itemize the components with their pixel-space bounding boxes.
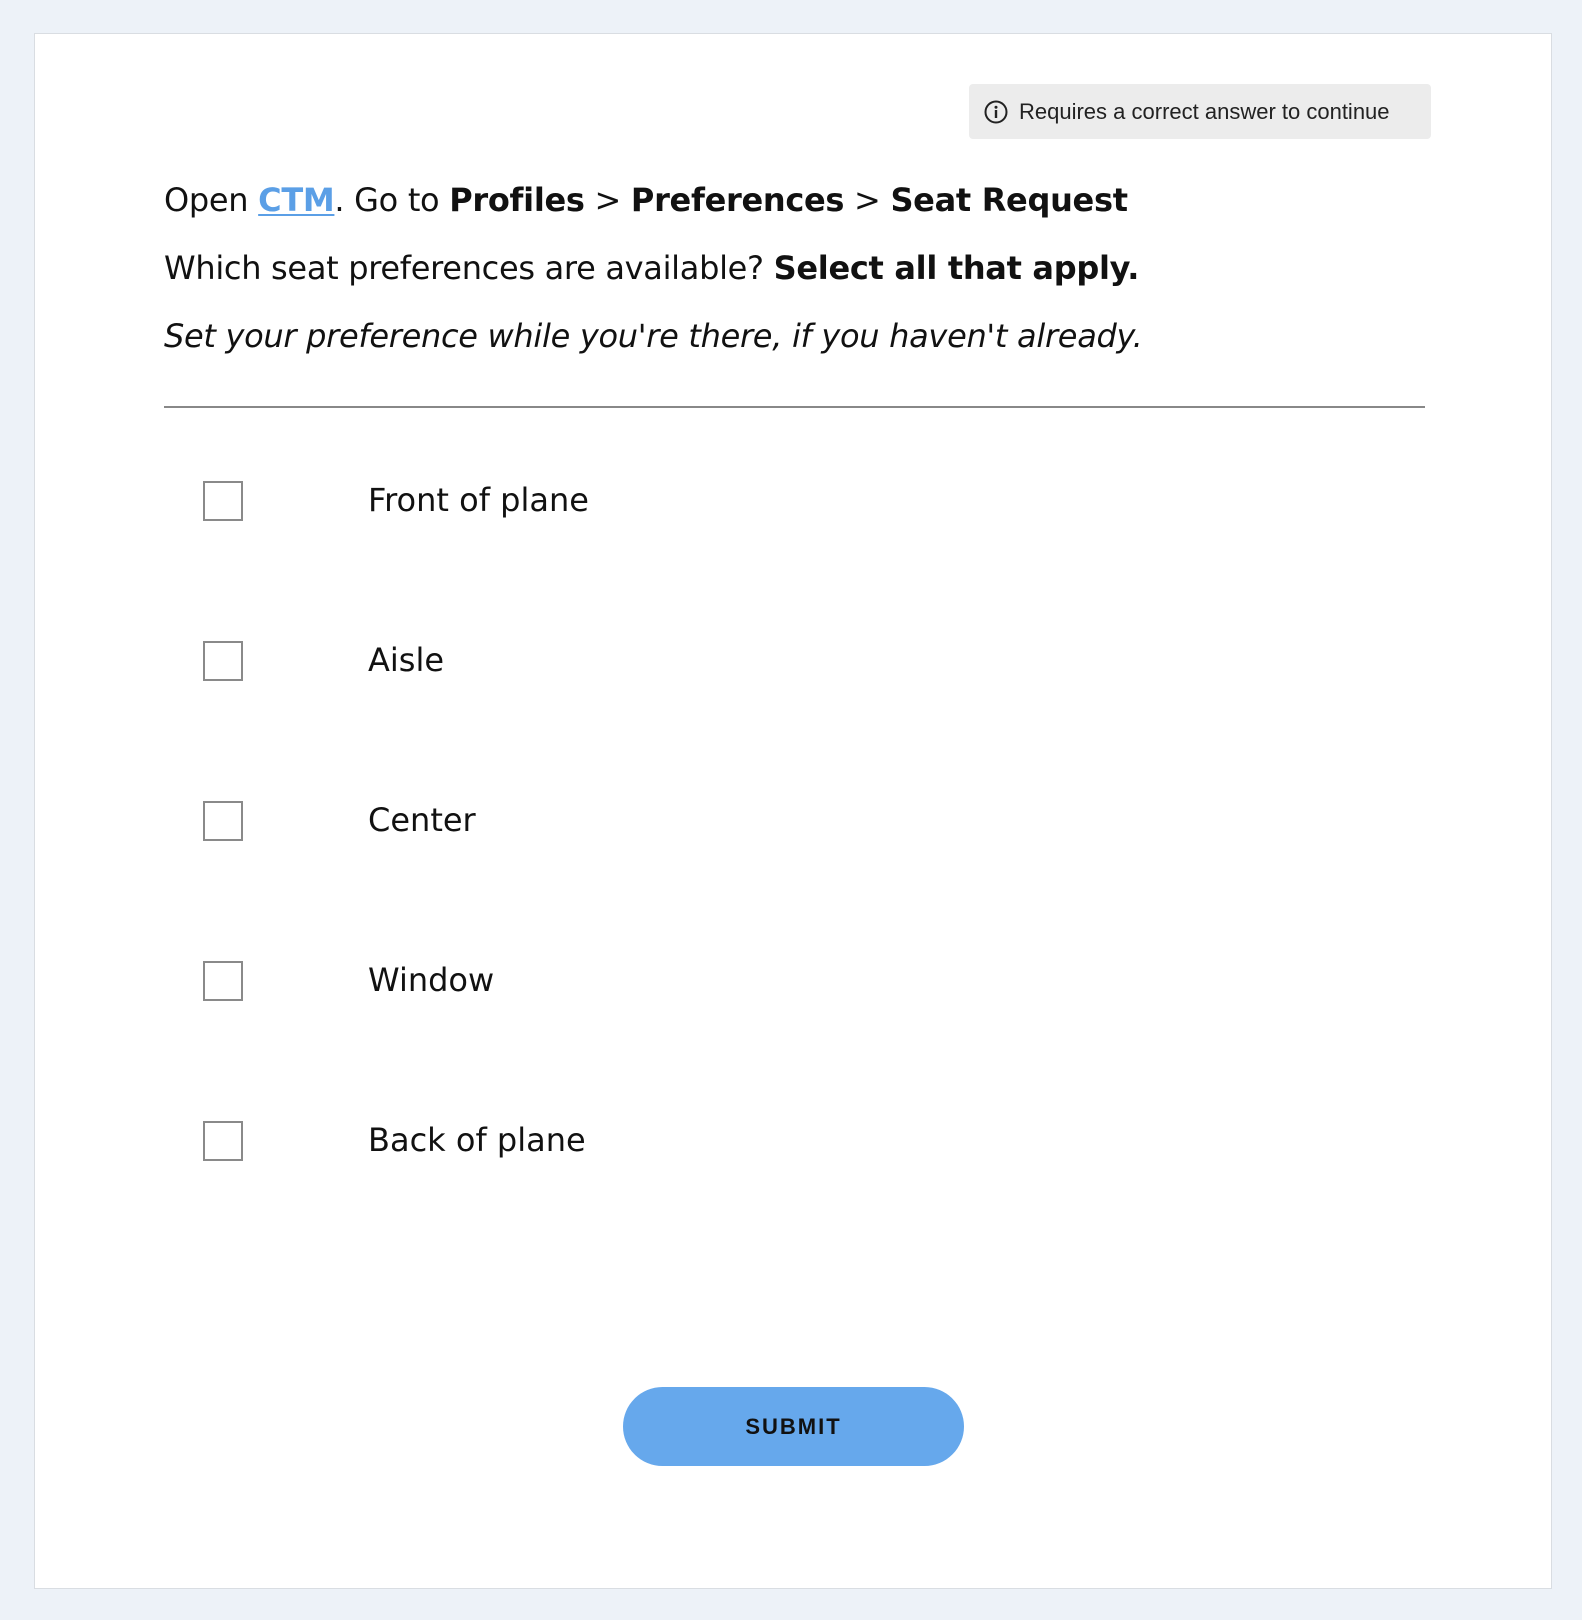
checkbox[interactable] xyxy=(203,801,243,841)
checkbox[interactable] xyxy=(203,641,243,681)
option-label: Window xyxy=(368,961,495,999)
option-center[interactable]: Center xyxy=(164,784,1425,944)
options-list: Front of plane Aisle Center Window Back … xyxy=(164,464,1425,1264)
ctm-link[interactable]: CTM xyxy=(258,181,335,219)
info-icon xyxy=(983,99,1009,125)
checkbox[interactable] xyxy=(203,1121,243,1161)
option-label: Front of plane xyxy=(368,481,589,519)
checkbox[interactable] xyxy=(203,961,243,1001)
instruction-open: Open xyxy=(164,181,259,219)
option-window[interactable]: Window xyxy=(164,944,1425,1104)
path-seat-request: Seat Request xyxy=(890,181,1128,219)
checkbox[interactable] xyxy=(203,481,243,521)
requirement-text: Requires a correct answer to continue xyxy=(1019,98,1390,124)
option-label: Back of plane xyxy=(368,1121,586,1159)
question-emphasis: Select all that apply. xyxy=(773,249,1140,287)
divider xyxy=(164,406,1425,408)
option-back-of-plane[interactable]: Back of plane xyxy=(164,1104,1425,1264)
question-text: Which seat preferences are available? xyxy=(164,249,774,287)
instruction-line: Open CTM. Go to Profiles > Preferences >… xyxy=(164,182,1434,218)
option-label: Center xyxy=(368,801,476,839)
option-front-of-plane[interactable]: Front of plane xyxy=(164,464,1425,624)
question-line: Which seat preferences are available? Se… xyxy=(164,250,1434,286)
requirement-badge: Requires a correct answer to continue xyxy=(969,84,1431,139)
option-label: Aisle xyxy=(368,641,445,679)
path-separator: > xyxy=(844,181,891,219)
path-separator: > xyxy=(584,181,631,219)
instruction-goto: . Go to xyxy=(334,181,450,219)
path-preferences: Preferences xyxy=(630,181,845,219)
question-card: Requires a correct answer to continue Op… xyxy=(34,33,1552,1589)
hint-line: Set your preference while you're there, … xyxy=(164,317,1143,355)
question-prompt: Open CTM. Go to Profiles > Preferences >… xyxy=(164,182,1434,354)
submit-button[interactable]: SUBMIT xyxy=(623,1387,964,1466)
option-aisle[interactable]: Aisle xyxy=(164,624,1425,784)
path-profiles: Profiles xyxy=(449,181,585,219)
